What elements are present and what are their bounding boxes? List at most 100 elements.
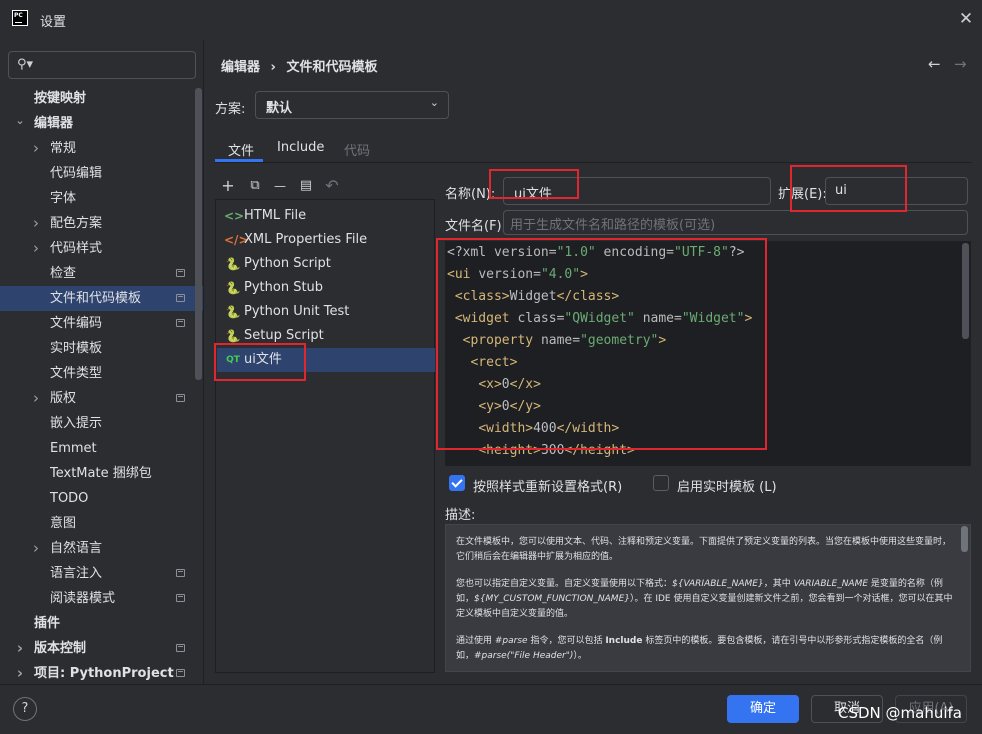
chevron-down-icon: ⌄ [429, 96, 439, 109]
sidebar-item-label: 按键映射 [34, 91, 87, 106]
chevron-right-icon[interactable]: › [14, 636, 26, 661]
sidebar-item[interactable]: › 配色方案 [0, 211, 203, 236]
editor-scrollbar[interactable] [962, 243, 969, 339]
sidebar-item[interactable]: 文件类型 [0, 361, 203, 386]
tab-files[interactable]: 文件 [228, 140, 254, 159]
sidebar-item[interactable]: 意图 [0, 511, 203, 536]
sidebar-item[interactable]: 插件 [0, 611, 203, 636]
sidebar-item-label: 实时模板 [50, 341, 103, 356]
chevron-down-icon[interactable]: ⌄ [14, 108, 26, 133]
sidebar-item[interactable]: 实时模板 [0, 336, 203, 361]
template-item-label: HTML File [244, 208, 307, 223]
pycharm-logo-icon: PC [12, 10, 28, 26]
breadcrumb-separator: › [270, 60, 276, 75]
chevron-right-icon[interactable]: › [30, 536, 42, 561]
sidebar-item-label: 意图 [50, 516, 77, 531]
code-line: <y>0</y> [478, 399, 541, 414]
html-icon: <> [224, 209, 245, 223]
extension-field[interactable]: ui [825, 177, 968, 205]
scheme-value: 默认 [266, 101, 293, 116]
template-code-editor[interactable]: <?xml version="1.0" encoding="UTF-8"?> <u… [445, 241, 971, 466]
forward-arrow-icon[interactable]: → [954, 55, 967, 73]
live-template-checkbox[interactable] [653, 475, 669, 491]
logo-text: PC [14, 12, 23, 19]
extension-value: ui [835, 183, 847, 198]
sidebar-item[interactable]: 文件编码 [0, 311, 203, 336]
chevron-right-icon[interactable]: › [30, 211, 42, 236]
sidebar-item-label: 语言注入 [50, 566, 103, 581]
tab-code[interactable]: 代码 [344, 140, 370, 159]
reformat-label[interactable]: 按照样式重新设置格式(R) [473, 476, 622, 495]
sidebar-item[interactable]: ⌄ 编辑器 [0, 111, 203, 136]
sidebar-item-label: 代码编辑 [50, 166, 103, 181]
sidebar-item-label: 阅读器模式 [50, 591, 116, 606]
search-icon: ⚲▾ [17, 57, 34, 72]
sidebar-item[interactable]: 代码编辑 [0, 161, 203, 186]
template-item[interactable]: 🐍 Setup Script [217, 324, 435, 348]
sidebar-item[interactable]: Emmet [0, 436, 203, 461]
close-icon[interactable]: ✕ [956, 9, 976, 29]
sidebar-item[interactable]: › 版权 [0, 386, 203, 411]
breadcrumb-parent[interactable]: 编辑器 [221, 60, 260, 75]
sidebar-item[interactable]: › 常规 [0, 136, 203, 161]
sidebar-item[interactable]: › 代码样式 [0, 236, 203, 261]
sidebar-item[interactable]: 按键映射 [0, 86, 203, 111]
create-child-icon[interactable]: ⧉ [246, 175, 264, 197]
footer-divider [0, 684, 982, 685]
template-item-label: Python Stub [244, 280, 324, 295]
breadcrumb-current: 文件和代码模板 [286, 60, 378, 75]
sidebar-item-label: 代码样式 [50, 241, 103, 256]
sidebar-item-label: 文件和代码模板 [50, 291, 142, 306]
template-item-label: ui文件 [244, 352, 282, 367]
help-button[interactable]: ? [13, 697, 37, 721]
copy-icon[interactable]: ▤ [297, 175, 315, 197]
filename-field[interactable]: 用于生成文件名和路径的模板(可选) [503, 210, 968, 235]
sidebar-item[interactable]: TODO [0, 486, 203, 511]
sidebar-item[interactable]: 嵌入提示 [0, 411, 203, 436]
live-template-label[interactable]: 启用实时模板 (L) [677, 476, 777, 495]
sidebar-item[interactable]: › 版本控制 [0, 636, 203, 661]
extension-label: 扩展(E): [778, 187, 827, 202]
template-item[interactable]: 🐍 Python Stub [217, 276, 435, 300]
sidebar-item[interactable]: › 自然语言 [0, 536, 203, 561]
sidebar-item[interactable]: 检查 [0, 261, 203, 286]
back-arrow-icon[interactable]: ← [928, 55, 941, 73]
template-item[interactable]: </> XML Properties File [217, 228, 435, 252]
sidebar-item-label: 文件类型 [50, 366, 103, 381]
sidebar-item[interactable]: 字体 [0, 186, 203, 211]
tab-include[interactable]: Include [277, 140, 324, 155]
template-item[interactable]: QT ui文件 [217, 348, 435, 372]
scheme-dropdown[interactable]: 默认 ⌄ [255, 91, 449, 119]
sidebar-item[interactable]: 文件和代码模板 [0, 286, 203, 311]
settings-search-input[interactable]: ⚲▾ [8, 51, 196, 79]
sidebar-item[interactable]: 阅读器模式 [0, 586, 203, 611]
sidebar-item-label: 版本控制 [34, 641, 87, 656]
chevron-right-icon[interactable]: › [30, 386, 42, 411]
reformat-checkbox[interactable] [449, 475, 465, 491]
chevron-right-icon[interactable]: › [30, 236, 42, 261]
template-item-label: Python Unit Test [244, 304, 350, 319]
chevron-right-icon[interactable]: › [30, 136, 42, 161]
sidebar-item-label: 版权 [50, 391, 77, 406]
template-toolbar: + ⧉ — ▤ ↶ [215, 175, 435, 199]
add-icon[interactable]: + [219, 175, 237, 197]
name-field[interactable]: ui文件 [503, 177, 771, 205]
template-item[interactable]: <> HTML File [217, 204, 435, 228]
template-item[interactable]: 🐍 Python Unit Test [217, 300, 435, 324]
sidebar-item[interactable]: › 项目: PythonProject [0, 661, 203, 686]
description-scrollbar[interactable] [961, 526, 968, 552]
sidebar-item-label: TODO [50, 491, 89, 506]
template-list: <> HTML File </> XML Properties File 🐍 Python… [215, 199, 435, 673]
chevron-right-icon[interactable]: › [14, 661, 26, 686]
project-scope-icon [176, 644, 185, 652]
sidebar-item[interactable]: 语言注入 [0, 561, 203, 586]
template-item[interactable]: 🐍 Python Script [217, 252, 435, 276]
reset-icon[interactable]: ↶ [323, 175, 341, 197]
remove-icon[interactable]: — [271, 175, 289, 197]
python-icon: 🐍 [225, 257, 241, 271]
sidebar-item[interactable]: TextMate 捆绑包 [0, 461, 203, 486]
sidebar-item-label: 字体 [50, 191, 77, 206]
sidebar-scrollbar[interactable] [195, 88, 202, 380]
ok-button[interactable]: 确定 [727, 695, 799, 723]
tabs-divider [215, 162, 972, 163]
